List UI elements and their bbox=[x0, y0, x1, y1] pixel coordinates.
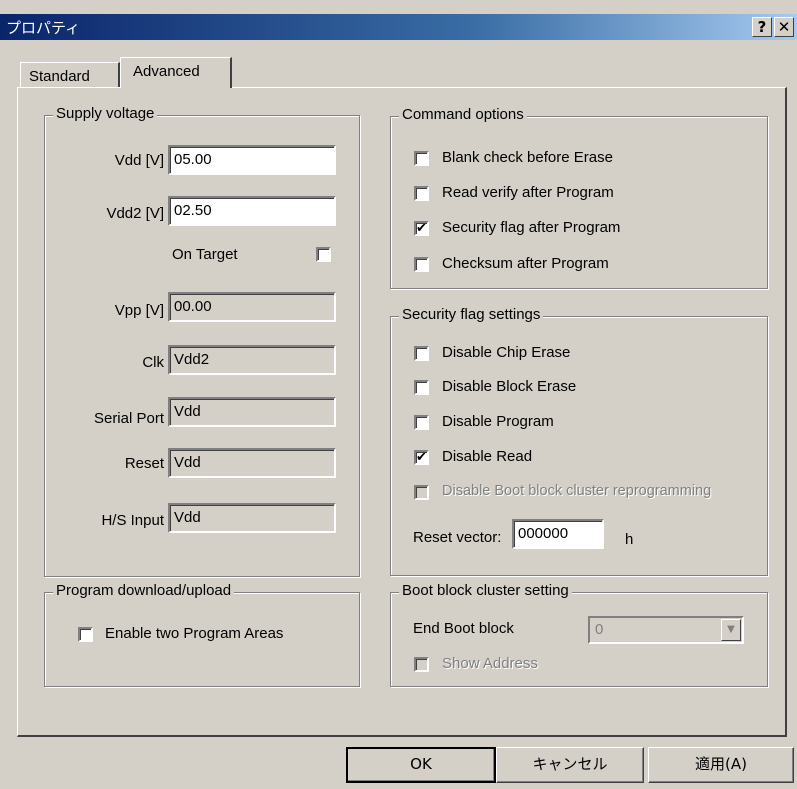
show-address-checkbox bbox=[414, 657, 429, 672]
vdd-input[interactable]: 05.00 bbox=[168, 145, 336, 175]
security-flag-checkbox[interactable]: ✔ bbox=[414, 221, 429, 236]
vpp-label: Vpp [V] bbox=[114, 302, 164, 319]
disable-boot-block-label: Disable Boot block cluster reprogramming bbox=[442, 483, 712, 499]
vdd2-input[interactable]: 02.50 bbox=[168, 196, 336, 226]
end-boot-block-value: 0 bbox=[595, 621, 604, 638]
vdd2-label: Vdd2 [V] bbox=[106, 205, 164, 222]
serial-port-label: Serial Port bbox=[93, 410, 164, 427]
blank-check-label: Blank check before Erase bbox=[442, 149, 613, 166]
end-boot-block-label: End Boot block bbox=[413, 620, 514, 637]
blank-check-checkbox[interactable] bbox=[414, 151, 429, 166]
end-boot-block-select: 0 ▼ bbox=[588, 616, 744, 644]
cancel-button[interactable]: キャンセル bbox=[496, 747, 644, 783]
tab-advanced-label: Advanced bbox=[133, 63, 200, 80]
security-flag-legend: Security flag settings bbox=[399, 306, 544, 323]
disable-block-erase-label: Disable Block Erase bbox=[442, 378, 577, 395]
security-flag-label: Security flag after Program bbox=[442, 219, 621, 236]
vdd-label: Vdd [V] bbox=[114, 152, 164, 169]
read-verify-label: Read verify after Program bbox=[442, 184, 614, 201]
disable-block-erase-checkbox[interactable] bbox=[414, 380, 429, 395]
checksum-label: Checksum after Program bbox=[442, 255, 609, 272]
reset-vector-input[interactable]: 000000 bbox=[512, 519, 604, 549]
enable-two-areas-label: Enable two Program Areas bbox=[105, 625, 284, 642]
disable-read-label: Disable Read bbox=[442, 448, 533, 465]
window-title: プロパティ bbox=[6, 19, 81, 37]
reset-vector-label: Reset vector: bbox=[413, 529, 502, 546]
hs-input-label: H/S Input bbox=[101, 512, 164, 529]
on-target-checkbox[interactable] bbox=[316, 247, 331, 262]
on-target-label: On Target bbox=[172, 246, 238, 263]
properties-dialog: プロパティ ? ✕ Standard Advanced Supply volta… bbox=[0, 0, 797, 789]
reset-label: Reset bbox=[124, 455, 164, 472]
hs-input-field: Vdd bbox=[168, 503, 336, 533]
disable-chip-erase-label: Disable Chip Erase bbox=[442, 344, 571, 361]
reset-vector-unit: h bbox=[625, 531, 634, 548]
vpp-field: 00.00 bbox=[168, 292, 336, 322]
ok-button[interactable]: OK bbox=[346, 747, 496, 783]
reset-field: Vdd bbox=[168, 448, 336, 478]
apply-button[interactable]: 適用(A) bbox=[648, 747, 794, 783]
checksum-checkbox[interactable] bbox=[414, 257, 429, 272]
title-bar[interactable]: プロパティ ? ✕ bbox=[0, 14, 797, 40]
clk-label: Clk bbox=[142, 354, 164, 371]
boot-block-legend: Boot block cluster setting bbox=[399, 582, 572, 599]
tab-standard-label: Standard bbox=[29, 68, 90, 85]
disable-boot-block-checkbox bbox=[414, 485, 429, 500]
disable-read-checkbox[interactable]: ✔ bbox=[414, 450, 429, 465]
disable-program-checkbox[interactable] bbox=[414, 415, 429, 430]
chevron-down-icon: ▼ bbox=[721, 619, 741, 641]
show-address-label: Show Address bbox=[442, 655, 538, 672]
program-download-legend: Program download/upload bbox=[53, 582, 235, 599]
clk-field: Vdd2 bbox=[168, 345, 336, 375]
serial-port-field: Vdd bbox=[168, 397, 336, 427]
disable-program-label: Disable Program bbox=[442, 413, 554, 430]
tab-advanced[interactable]: Advanced bbox=[120, 57, 232, 88]
tab-standard[interactable]: Standard bbox=[20, 62, 120, 88]
help-button[interactable]: ? bbox=[752, 17, 772, 37]
supply-voltage-legend: Supply voltage bbox=[53, 105, 158, 122]
enable-two-areas-checkbox[interactable] bbox=[78, 627, 93, 642]
close-button[interactable]: ✕ bbox=[774, 17, 794, 37]
read-verify-checkbox[interactable] bbox=[414, 186, 429, 201]
disable-chip-erase-checkbox[interactable] bbox=[414, 346, 429, 361]
command-options-legend: Command options bbox=[399, 106, 527, 123]
